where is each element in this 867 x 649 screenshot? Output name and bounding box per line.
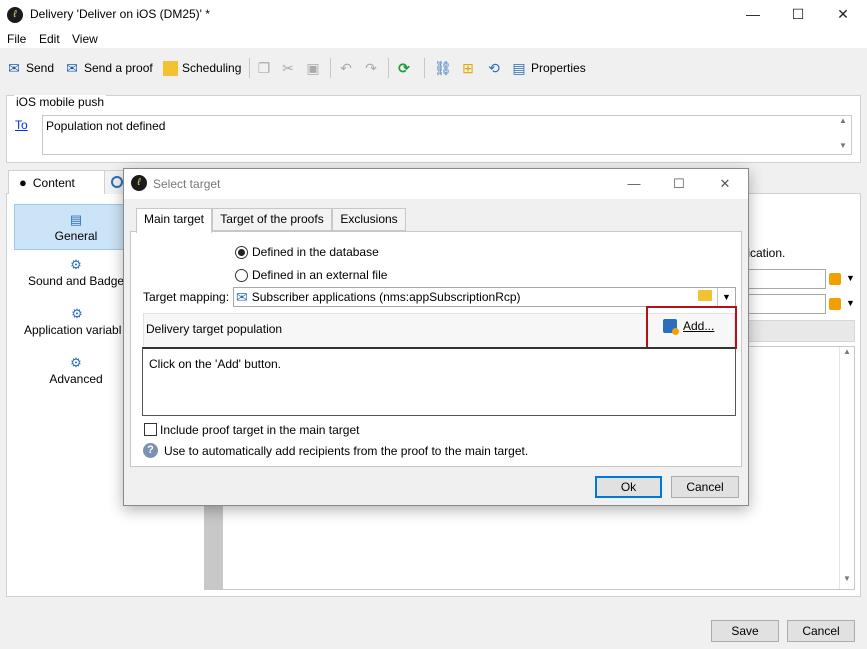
app-logo-icon: ℓ xyxy=(131,175,147,191)
toolbar-divider xyxy=(330,58,331,78)
gear-icon: ⚙ xyxy=(71,306,83,321)
sync-icon[interactable]: ⟲ xyxy=(486,56,502,80)
sidebar-item-sound-and-badge[interactable]: ⚙ Sound and Badge xyxy=(14,256,138,296)
scroll-down-icon[interactable]: ▼ xyxy=(835,141,851,150)
to-field-scrollbar[interactable]: ▲ ▼ xyxy=(835,116,851,154)
target-mapping-label: Target mapping: xyxy=(143,290,230,304)
scroll-down-icon[interactable]: ▼ xyxy=(840,574,854,583)
tab-main-target[interactable]: Main target xyxy=(136,208,212,233)
minimize-icon[interactable]: — xyxy=(742,4,764,24)
sidebar-item-advanced[interactable]: ⚙ Advanced xyxy=(14,354,138,394)
envelope-icon: ✉ xyxy=(236,289,248,305)
dialog-close-icon[interactable]: ✕ xyxy=(715,174,735,194)
calendar-icon xyxy=(163,60,178,76)
radio-unselected-icon xyxy=(235,268,248,282)
ok-button[interactable]: Ok xyxy=(595,476,662,498)
background-input-2[interactable] xyxy=(742,294,826,314)
menu-edit[interactable]: Edit xyxy=(39,32,60,46)
include-proof-checkbox[interactable] xyxy=(144,423,157,436)
dialog-title: Select target xyxy=(153,177,221,191)
cut-icon[interactable]: ✂ xyxy=(280,56,296,80)
envelope-icon: ✉ xyxy=(8,60,20,76)
document-icon: ▤ xyxy=(69,212,83,227)
toolbar-divider xyxy=(388,58,389,78)
background-description-text: fication. xyxy=(744,246,786,260)
population-area[interactable]: Click on the 'Add' button. xyxy=(142,347,736,416)
target-mapping-select[interactable]: ✉ Subscriber applications (nms:appSubscr… xyxy=(233,287,736,307)
clipboard-icon: ▤ xyxy=(512,60,526,76)
background-input-1[interactable] xyxy=(742,269,826,289)
toolbar-divider xyxy=(249,58,250,78)
envelope-check-icon: ✉ xyxy=(66,60,78,76)
dropdown-arrow-icon[interactable]: ▼ xyxy=(846,273,855,283)
properties-button[interactable]: ▤ Properties xyxy=(511,56,585,80)
dialog-cancel-button[interactable]: Cancel xyxy=(671,476,739,498)
link-icon[interactable]: ⛓ xyxy=(434,56,452,80)
radio-defined-in-database[interactable]: Defined in the database xyxy=(235,245,379,259)
radio-defined-in-external-file[interactable]: Defined in an external file xyxy=(235,268,387,282)
cancel-button[interactable]: Cancel xyxy=(787,620,855,642)
editor-scrollbar[interactable]: ▲ ▼ xyxy=(839,347,854,589)
scheduling-button[interactable]: Scheduling xyxy=(163,56,241,80)
maximize-icon[interactable]: ☐ xyxy=(787,4,809,24)
to-field[interactable]: Population not defined xyxy=(42,115,852,155)
gear-icon: ⚙ xyxy=(70,257,82,272)
window-title: Delivery 'Deliver on iOS (DM25)' * xyxy=(30,7,210,21)
target-group-label: iOS mobile push xyxy=(14,95,107,109)
gear-icon: ⚙ xyxy=(70,355,82,370)
eye-icon xyxy=(111,176,123,188)
gift-icon[interactable]: ⊞ xyxy=(460,56,476,80)
radio-selected-icon xyxy=(235,245,248,259)
help-icon: ? xyxy=(143,443,158,458)
sidebar-item-general[interactable]: ▤ General xyxy=(14,204,138,250)
menu-view[interactable]: View xyxy=(72,32,98,46)
toolbar-divider xyxy=(424,58,425,78)
paste-icon[interactable]: ▣ xyxy=(305,56,321,80)
menu-file[interactable]: File xyxy=(7,32,26,46)
population-label: Delivery target population xyxy=(146,322,283,336)
help-text: Use to automatically add recipients from… xyxy=(164,444,529,458)
undo-icon[interactable]: ↶ xyxy=(338,56,354,80)
app-logo-icon: ℓ xyxy=(7,7,23,23)
menu-bar xyxy=(0,30,867,48)
folder-icon[interactable] xyxy=(698,290,712,301)
save-button[interactable]: Save xyxy=(711,620,779,642)
scroll-up-icon[interactable]: ▲ xyxy=(835,116,851,125)
apple-icon: ● xyxy=(19,175,27,190)
add-button-highlight xyxy=(646,306,737,349)
send-button[interactable]: ✉ Send xyxy=(6,56,54,80)
tab-target-of-proofs[interactable]: Target of the proofs xyxy=(212,208,332,231)
background-header-bar xyxy=(742,320,855,342)
edit-icon[interactable] xyxy=(829,298,841,310)
sidebar-item-application-variables[interactable]: ⚙ Application variabl xyxy=(20,305,140,345)
send-proof-button[interactable]: ✉ Send a proof xyxy=(64,56,153,80)
dropdown-arrow-icon[interactable]: ▼ xyxy=(846,298,855,308)
tab-content[interactable]: ● Content xyxy=(8,170,106,194)
refresh-icon[interactable]: ⟳ xyxy=(396,56,412,80)
toolbar: ✉ Send ✉ Send a proof Scheduling ❐ ✂ ▣ ↶… xyxy=(0,56,867,80)
to-link[interactable]: To xyxy=(15,118,28,132)
dialog-maximize-icon[interactable]: ☐ xyxy=(669,174,689,194)
include-proof-label: Include proof target in the main target xyxy=(160,423,360,437)
dialog-minimize-icon[interactable]: — xyxy=(624,174,644,194)
scroll-up-icon[interactable]: ▲ xyxy=(840,347,854,356)
redo-icon[interactable]: ↷ xyxy=(363,56,379,80)
chevron-down-icon[interactable]: ▼ xyxy=(717,288,735,306)
close-icon[interactable]: ✕ xyxy=(832,4,854,24)
copy-icon[interactable]: ❐ xyxy=(256,56,272,80)
edit-icon[interactable] xyxy=(829,273,841,285)
tab-exclusions[interactable]: Exclusions xyxy=(332,208,406,231)
